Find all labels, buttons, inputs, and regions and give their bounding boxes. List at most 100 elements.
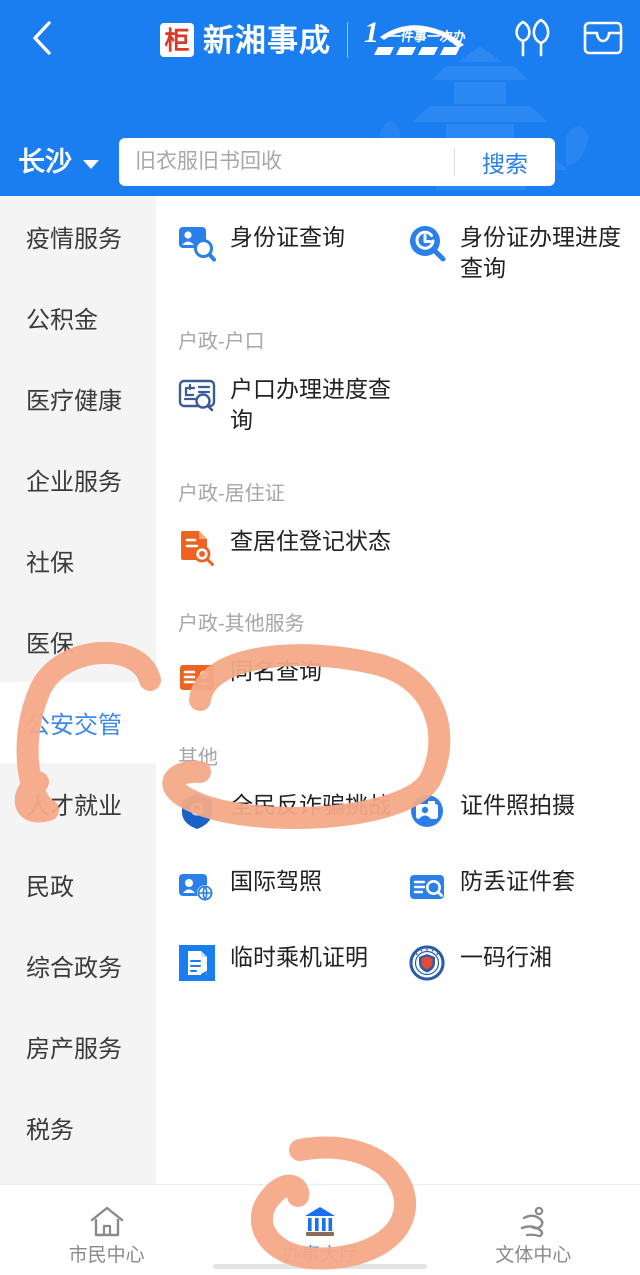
household-book-search-icon [178,379,216,412]
service-item-zhengjianzhaopaishe[interactable]: 证件照拍摄 [408,790,638,830]
tab-shimin-zhongxin[interactable]: 市民中心 [0,1185,213,1275]
sidebar-item-label: 医疗健康 [26,388,122,415]
service-item-linshichengjizhengming[interactable]: 临时乘机证明 [178,942,408,982]
caret-down-icon [83,159,99,169]
service-item-guojijiazhao[interactable]: 国际驾照 [178,866,408,906]
service-item-label: 临时乘机证明 [230,944,368,970]
tab-label: 办事大厅 [281,1244,358,1266]
service-panel: 身份证查询 身份证办理进度查询 户政-户口 户口办理进度查询 户政-居住证 查居… [156,196,640,1184]
service-item-hukoubanlijindu[interactable]: 户口办理进度查询 [178,374,408,436]
brand-stamp-icon: 柜 [160,23,194,57]
sidebar-item-yiliaojiankang[interactable]: 医疗健康 [0,358,156,439]
sidebar-item-shebao[interactable]: 社保 [0,520,156,601]
tab-banshi-datang[interactable]: 办事大厅 [213,1185,426,1275]
sidebar-item-label: 公积金 [26,307,98,334]
service-item-quanminfanzhapiantiaozhan[interactable]: 全民反诈骗挑战 [178,790,408,830]
back-button[interactable] [18,12,64,64]
category-sidebar[interactable]: 疫情服务 公积金 医疗健康 企业服务 社保 医保 公安交管 人才就业 民政 综合… [0,196,156,1184]
search-input[interactable] [119,150,454,174]
sidebar-item-label: 民政 [26,874,74,901]
police-badge-icon [409,945,445,981]
search-button[interactable]: 搜索 [455,145,555,179]
card-holder-search-icon [410,875,444,899]
service-item-label: 防丢证件套 [460,868,575,894]
service-item-label: 证件照拍摄 [460,792,575,818]
brand-divider [347,22,348,58]
service-item-label: 身份证办理进度查询 [460,224,621,281]
bank-hall-icon [301,1200,339,1240]
wallet-card-icon[interactable] [582,19,624,57]
service-item-shenfenzhengchaxun[interactable]: 身份证查询 [178,222,408,284]
service-item-label: 国际驾照 [230,868,322,894]
service-item-yimaxingxiang[interactable]: 一码行湘 [408,942,638,982]
sidebar-item-fangchanfuwu[interactable]: 房产服务 [0,1006,156,1087]
sidebar-item-label: 综合政务 [26,955,122,982]
search-box[interactable]: 搜索 [119,138,555,186]
sidebar-item-shuiwu[interactable]: 税务 [0,1087,156,1168]
section-title-huzheng-juzhuzheng: 户政-居住证 [178,483,285,505]
slogan-number: 1 [364,16,379,49]
brand-lockup: 柜 新湘事成 1 一件事一次办 [160,14,478,66]
sidebar-item-yibao[interactable]: 医保 [0,601,156,682]
sidebar-item-gonganjiaoguan[interactable]: 公安交管 [0,682,156,763]
sidebar-item-label: 医保 [26,631,74,658]
city-name: 长沙 [18,146,72,177]
section-title-huzheng-hukou: 户政-户口 [178,331,265,353]
tab-label: 文体中心 [495,1244,572,1266]
service-item-tongmingchaxun[interactable]: 同名查询 [178,656,408,696]
name-card-icon [180,665,214,690]
slogan-badge: 1 一件事一次办 [362,17,478,63]
home-icon [88,1200,126,1240]
boarding-certificate-icon [179,945,215,981]
sidebar-item-label: 公安交管 [26,712,122,739]
document-search-icon [181,531,214,566]
service-item-label: 查居住登记状态 [230,528,391,554]
service-item-label: 户口办理进度查询 [230,376,391,433]
sidebar-item-label: 社保 [26,550,74,577]
progress-search-icon [410,226,446,262]
header-icon-group [508,16,624,60]
driver-license-globe-icon [179,874,213,902]
city-selector[interactable]: 长沙 [18,146,99,177]
sidebar-item-label: 人才就业 [26,793,122,820]
content-area: 疫情服务 公积金 医疗健康 企业服务 社保 医保 公安交管 人才就业 民政 综合… [0,196,640,1184]
service-item-label: 全民反诈骗挑战 [230,792,391,818]
service-item-label: 身份证查询 [230,224,345,250]
service-item-label: 同名查询 [230,658,322,684]
search-row: 长沙 搜索 [0,131,640,193]
sidebar-item-zonghezhengwu[interactable]: 综合政务 [0,925,156,1006]
sidebar-item-qiyefuwu[interactable]: 企业服务 [0,439,156,520]
home-indicator [213,1264,427,1269]
service-group-top: 身份证查询 身份证办理进度查询 [178,222,640,284]
section-title-qita: 其他 [178,747,218,769]
app-header: 柜 新湘事成 1 一件事一次办 长沙 旧衣服旧书回收 搜索 [0,0,640,196]
brand-stamp-char: 柜 [164,25,190,55]
service-group-qita: 全民反诈骗挑战 证件照拍摄 国际驾照 防丢证件套 临时乘机证明 一码行湘 [178,790,640,982]
chevron-left-icon [33,21,51,55]
sidebar-item-label: 企业服务 [26,469,122,496]
brand-title: 新湘事成 [203,22,331,58]
sidebar-item-label: 税务 [26,1117,74,1144]
service-group-juzhuzheng: 查居住登记状态 [178,526,640,566]
service-item-chajuzhudengjizhuangtai[interactable]: 查居住登记状态 [178,526,408,566]
service-item-shenfenzhengbanlijindu[interactable]: 身份证办理进度查询 [408,222,638,284]
id-card-search-icon [179,227,216,262]
slogan-text: 一件事一次办 [386,29,467,44]
section-title-huzheng-qitafuwu: 户政-其他服务 [178,613,305,635]
sidebar-item-gongjijin[interactable]: 公积金 [0,277,156,358]
sidebar-item-label: 房产服务 [26,1036,122,1063]
tab-wenti-zhongxin[interactable]: 文体中心 [427,1185,640,1275]
service-item-label: 一码行湘 [460,944,552,970]
sidebar-item-label: 疫情服务 [26,226,122,253]
tab-label: 市民中心 [68,1244,145,1266]
park-tree-icon[interactable] [508,16,556,60]
service-group-hukou: 户口办理进度查询 [178,374,640,436]
bottom-tab-bar: 市民中心 办事大厅 文体中心 [0,1184,640,1275]
shield-police-icon [182,794,212,829]
running-person-icon [514,1200,552,1240]
sidebar-item-rencaijiuye[interactable]: 人才就业 [0,763,156,844]
photo-camera-person-icon [411,795,443,827]
sidebar-item-yiqingfuwu[interactable]: 疫情服务 [0,196,156,277]
service-item-fangdiuzhengjiantao[interactable]: 防丢证件套 [408,866,638,906]
sidebar-item-minzheng[interactable]: 民政 [0,844,156,925]
